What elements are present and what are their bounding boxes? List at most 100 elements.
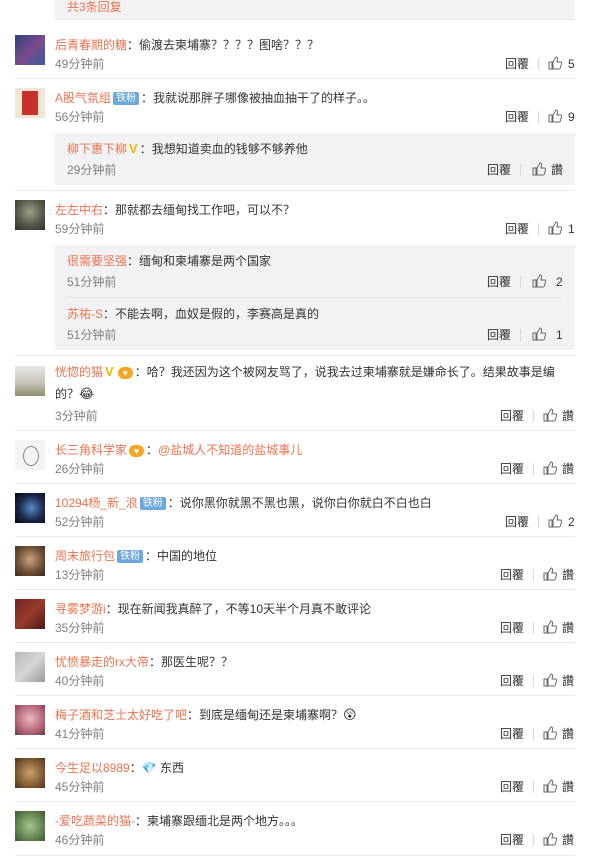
comment-text: ：柬埔寨跟缅北是两个地方。。。 (135, 814, 304, 828)
like-count[interactable]: 1 (556, 327, 563, 343)
reply-button[interactable]: 回覆 (500, 461, 524, 477)
thumbs-up-icon[interactable] (543, 461, 557, 475)
divider (15, 355, 575, 356)
comment-time: 56分钟前 (55, 110, 105, 124)
username-link[interactable]: 苏祐-S (67, 307, 103, 321)
username-link[interactable]: 寻雾梦游i (55, 602, 106, 616)
more-replies-link[interactable]: 共3条回复 (55, 0, 575, 20)
thumbs-up-icon[interactable] (532, 327, 546, 341)
comment-body: 长三角科学家 ♥ ：@盐城人不知道的盐城事儿 (55, 440, 575, 460)
reply-button[interactable]: 回覆 (500, 779, 524, 795)
like-button[interactable]: 讚 (562, 408, 574, 424)
avatar[interactable] (15, 599, 45, 629)
reply-button[interactable]: 回覆 (487, 327, 511, 343)
divider (533, 410, 534, 422)
avatar[interactable] (15, 88, 45, 118)
avatar[interactable] (15, 493, 45, 523)
like-button[interactable]: 讚 (551, 162, 563, 178)
like-count[interactable]: 2 (568, 514, 575, 530)
avatar[interactable] (15, 652, 45, 682)
thumbs-up-icon[interactable] (548, 109, 562, 123)
avatar[interactable] (15, 546, 45, 576)
reply-button[interactable]: 回覆 (500, 726, 524, 742)
username-link[interactable]: 忧愤暴走的rx大帝 (55, 655, 149, 669)
username-link[interactable]: 后青春期的糖 (55, 38, 127, 52)
thumbs-up-icon[interactable] (543, 832, 557, 846)
like-button[interactable]: 讚 (562, 779, 574, 795)
reply-text: ：缅甸和柬埔寨是两个国家 (127, 254, 272, 268)
like-button[interactable]: 讚 (562, 673, 574, 689)
fan-badge: 铁粉 (113, 92, 140, 105)
reply-button[interactable]: 回覆 (500, 673, 524, 689)
thumbs-up-icon[interactable] (543, 673, 557, 687)
surprised-emoji-icon: 😲 (343, 707, 357, 722)
reply-button[interactable]: 回覆 (500, 567, 524, 583)
reply-time: 51分钟前 (67, 328, 117, 342)
like-button[interactable]: 讚 (562, 726, 574, 742)
comment-body: 梅子酒和芝士太好吃了吧：到底是缅甸还是柬埔寨啊？😲 (55, 705, 575, 725)
comment-time: 45分钟前 (55, 780, 105, 794)
thumbs-up-icon[interactable] (543, 726, 557, 740)
username-link[interactable]: 梅子酒和芝士太好吃了吧 (55, 708, 187, 722)
username-link[interactable]: 恍惚的猫 (55, 365, 103, 379)
comment-body: 寻雾梦游i：现在新闻我真醉了，不等10天半个月真不敢评论 (55, 599, 575, 619)
verified-icon: V (105, 364, 114, 379)
like-button[interactable]: 讚 (562, 620, 574, 636)
divider (520, 164, 521, 176)
avatar[interactable] (15, 440, 45, 470)
thumbs-up-icon[interactable] (543, 567, 557, 581)
reply-button[interactable]: 回覆 (487, 274, 511, 290)
like-count[interactable]: 9 (568, 109, 575, 125)
thumbs-up-icon[interactable] (548, 221, 562, 235)
username-link[interactable]: 很需要坚强 (67, 254, 127, 268)
reply-button[interactable]: 回覆 (505, 221, 529, 237)
like-count[interactable]: 1 (568, 221, 575, 237)
username-link[interactable]: A股气氛组 (55, 91, 111, 105)
like-count[interactable]: 5 (568, 56, 575, 72)
comment-time: 3分钟前 (55, 409, 98, 423)
comment-text: ：那就都去缅甸找工作吧，可以不？ (103, 203, 296, 217)
avatar[interactable] (15, 705, 45, 735)
username-link[interactable]: 柳下惠下柳 (67, 142, 127, 156)
username-link[interactable]: 周末旅行包 (55, 549, 115, 563)
like-button[interactable]: 讚 (562, 461, 574, 477)
thumbs-up-icon[interactable] (543, 779, 557, 793)
thumbs-up-icon[interactable] (532, 162, 546, 176)
comment-text: ： (146, 443, 159, 457)
avatar[interactable] (15, 200, 45, 230)
like-button[interactable]: 讚 (562, 567, 574, 583)
username-link[interactable]: 10294杨_新_浪 (55, 496, 138, 510)
comment-body: -爱吃蔬菜的猫-：柬埔寨跟缅北是两个地方。。。 (55, 811, 575, 831)
avatar[interactable] (15, 811, 45, 841)
thumbs-up-icon[interactable] (543, 620, 557, 634)
avatar[interactable] (15, 758, 45, 788)
comment-time: 52分钟前 (55, 515, 105, 529)
reply-button[interactable]: 回覆 (500, 620, 524, 636)
thumbs-up-icon[interactable] (532, 274, 546, 288)
username-link[interactable]: 左左中右 (55, 203, 103, 217)
reply-button[interactable]: 回覆 (505, 514, 529, 530)
comment-text: ：中国的地位 (145, 549, 218, 563)
mention-link[interactable]: @盐城人不知道的盐城事儿 (158, 443, 302, 457)
username-link[interactable]: 今生足以8989 (55, 761, 130, 775)
like-count[interactable]: 2 (556, 274, 563, 290)
reply-time: 51分钟前 (67, 275, 117, 289)
reply-text: ：不能去啊，血奴是假的，李赛高是真的 (103, 307, 320, 321)
thumbs-up-icon[interactable] (548, 514, 562, 528)
reply-button[interactable]: 回覆 (500, 832, 524, 848)
laugh-emoji-icon: 😂 (79, 386, 95, 401)
divider (15, 695, 575, 696)
username-link[interactable]: -爱吃蔬菜的猫- (55, 814, 135, 828)
avatar[interactable] (15, 366, 45, 396)
reply-button[interactable]: 回覆 (500, 408, 524, 424)
reply-button[interactable]: 回覆 (505, 109, 529, 125)
avatar[interactable] (15, 35, 45, 65)
thumbs-up-icon[interactable] (548, 56, 562, 70)
reply-button[interactable]: 回覆 (505, 56, 529, 72)
divider (533, 728, 534, 740)
username-link[interactable]: 长三角科学家 (55, 443, 127, 457)
reply-button[interactable]: 回覆 (487, 162, 511, 178)
thumbs-up-icon[interactable] (543, 408, 557, 422)
divider (533, 622, 534, 634)
like-button[interactable]: 讚 (562, 832, 574, 848)
